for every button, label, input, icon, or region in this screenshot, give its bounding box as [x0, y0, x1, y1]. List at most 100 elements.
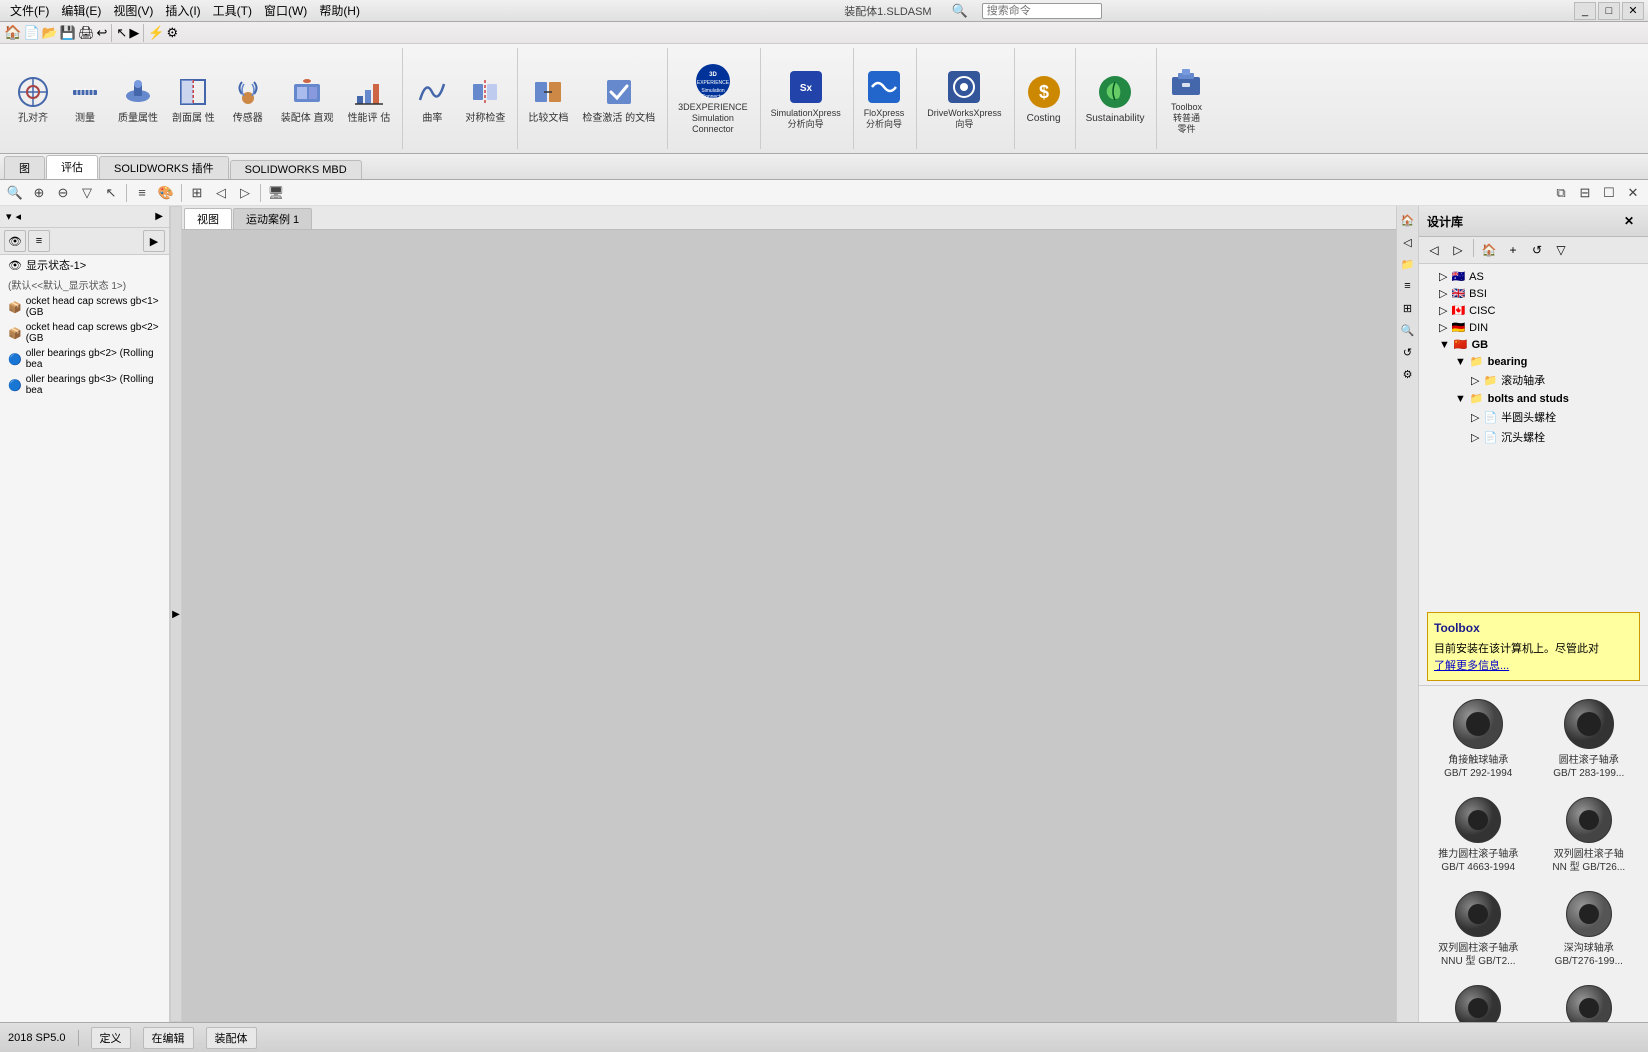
- tool-measure[interactable]: 测量: [60, 54, 110, 144]
- tool-sensor[interactable]: 传感器: [223, 54, 273, 144]
- minimize-button[interactable]: _: [1574, 2, 1596, 20]
- tool-driveworksxpress[interactable]: DriveWorksXpress向导: [921, 54, 1007, 144]
- tree-bolts-folder[interactable]: ▼ 📁 bolts and studs: [1419, 390, 1648, 407]
- icon-cursor[interactable]: ↖: [100, 182, 122, 204]
- menu-help[interactable]: 帮助(H): [313, 0, 366, 21]
- rv-grid[interactable]: ⊞: [1398, 298, 1418, 318]
- quick-more-icon[interactable]: ▶: [129, 25, 139, 41]
- rp-filter[interactable]: ▽: [1550, 239, 1572, 261]
- quick-rebuild-icon[interactable]: ⚡: [148, 25, 164, 41]
- tree-item-default[interactable]: (默认<<默认_显示状态 1>): [0, 275, 169, 294]
- promo-link[interactable]: 了解更多信息...: [1434, 658, 1633, 675]
- float-btn[interactable]: ☐: [1598, 182, 1620, 204]
- tree-rolling-bearing[interactable]: ▷ 📁 滚动轴承: [1419, 370, 1648, 390]
- tree-as[interactable]: ▷ 🇦🇺 AS: [1419, 268, 1648, 285]
- tool-mass-properties[interactable]: 质量属性: [112, 54, 164, 144]
- rv-back[interactable]: ◁: [1398, 232, 1418, 252]
- quick-undo-icon[interactable]: ↩: [97, 25, 108, 41]
- restore-btn[interactable]: ⧉: [1550, 182, 1572, 204]
- tool-toolbox-convert[interactable]: Toolbox转普通零件: [1161, 54, 1211, 144]
- rv-settings[interactable]: ⚙: [1398, 364, 1418, 384]
- tool-assembly-visual[interactable]: 装配体 直观: [275, 54, 340, 144]
- view-icon-btn[interactable]: 👁: [4, 230, 26, 252]
- quick-new-icon[interactable]: 📄: [23, 25, 39, 41]
- quick-home-icon[interactable]: 🏠: [4, 24, 21, 41]
- tree-countersink-bolt[interactable]: ▷ 📄 沉头螺栓: [1419, 427, 1648, 447]
- collapse-icon[interactable]: ◂: [16, 210, 22, 223]
- tab-evaluate[interactable]: 评估: [46, 155, 98, 179]
- panel-expand-handle[interactable]: ▶: [170, 206, 182, 1022]
- tool-hole-align[interactable]: 孔对齐: [8, 54, 58, 144]
- quick-open-icon[interactable]: 📂: [42, 25, 58, 41]
- tree-semi-bolt[interactable]: ▷ 📄 半圆头螺栓: [1419, 407, 1648, 427]
- bearing-item-3[interactable]: 推力圆柱滚子轴承GB/T 4663-1994: [1427, 792, 1530, 878]
- rv-folder[interactable]: 📁: [1398, 254, 1418, 274]
- bearing-item-6[interactable]: 深沟球轴承GB/T276-199...: [1538, 886, 1641, 972]
- quick-print-icon[interactable]: 🖨: [78, 25, 95, 41]
- tool-3dexperience[interactable]: 3DEXPERIENCESimulationConnector 3DEXPERI…: [672, 54, 754, 144]
- tool-curvature[interactable]: 曲率: [407, 54, 457, 144]
- icon-display[interactable]: 🖥: [265, 182, 287, 204]
- search-input[interactable]: [982, 3, 1102, 19]
- rp-add[interactable]: +: [1502, 239, 1524, 261]
- maximize-button[interactable]: □: [1598, 2, 1620, 20]
- icon-grid[interactable]: ⊞: [186, 182, 208, 204]
- icon-zoom-in[interactable]: ⊕: [28, 182, 50, 204]
- icon-palette[interactable]: 🎨: [155, 182, 177, 204]
- dock-btn[interactable]: ⊟: [1574, 182, 1596, 204]
- bearing-item-2[interactable]: 圆柱滚子轴承GB/T 283-199...: [1538, 694, 1641, 784]
- tree-item-bearing3[interactable]: 🔵 oller bearings gb<3> (Rolling bea: [0, 372, 169, 398]
- menu-edit[interactable]: 编辑(E): [55, 0, 107, 21]
- menu-tools[interactable]: 工具(T): [207, 0, 258, 21]
- menu-view[interactable]: 视图(V): [107, 0, 159, 21]
- bearing-item-7[interactable]: 双列角接触球轴承GB/T 296-1994: [1427, 980, 1530, 1022]
- menu-window[interactable]: 窗口(W): [258, 0, 313, 21]
- quick-options-icon[interactable]: ⚙: [167, 25, 179, 41]
- inner-tab-motion[interactable]: 运动案例 1: [233, 208, 312, 229]
- quick-save-icon[interactable]: 💾: [60, 25, 76, 41]
- tree-bsi[interactable]: ▷ 🇬🇧 BSI: [1419, 285, 1648, 302]
- tree-item-bearing2[interactable]: 🔵 oller bearings gb<2> (Rolling bea: [0, 346, 169, 372]
- close-button[interactable]: ✕: [1622, 2, 1644, 20]
- tree-din[interactable]: ▷ 🇩🇪 DIN: [1419, 319, 1648, 336]
- arrow-right-btn[interactable]: ▶: [143, 230, 165, 252]
- icon-arrow-right[interactable]: ▷: [234, 182, 256, 204]
- tree-bearing-folder[interactable]: ▼ 📁 bearing: [1419, 353, 1648, 370]
- tool-sustainability[interactable]: Sustainability: [1080, 54, 1151, 144]
- rv-refresh[interactable]: ↺: [1398, 342, 1418, 362]
- bearing-item-5[interactable]: 双列圆柱滚子轴承NNU 型 GB/T2...: [1427, 886, 1530, 972]
- menu-file[interactable]: 文件(F): [4, 0, 55, 21]
- icon-arrow-left[interactable]: ◁: [210, 182, 232, 204]
- tool-symmetry-check[interactable]: 对称检查: [459, 54, 511, 144]
- tree-item-display-state[interactable]: 👁 显示状态-1>: [0, 255, 169, 275]
- rv-list[interactable]: ≡: [1398, 276, 1418, 296]
- tool-performance[interactable]: 性能评 估: [342, 54, 397, 144]
- rp-refresh[interactable]: ↺: [1526, 239, 1548, 261]
- menu-insert[interactable]: 插入(I): [159, 0, 206, 21]
- close-view-btn[interactable]: ✕: [1622, 182, 1644, 204]
- rv-search[interactable]: 🔍: [1398, 320, 1418, 340]
- bearing-item-8[interactable]: 凸缘外圆微型凸球轴承 GB/T7...: [1538, 980, 1641, 1022]
- tree-cisc[interactable]: ▷ 🇨🇦 CISC: [1419, 302, 1648, 319]
- quick-select-icon[interactable]: ↖: [116, 25, 127, 41]
- tool-section[interactable]: 剖面属 性: [166, 54, 221, 144]
- bearing-item-4[interactable]: 双列圆柱滚子轴NN 型 GB/T26...: [1538, 792, 1641, 878]
- tree-gb[interactable]: ▼ 🇨🇳 GB: [1419, 336, 1648, 353]
- list-icon-btn[interactable]: ≡: [28, 230, 50, 252]
- tree-item-screw1[interactable]: 📦 ocket head cap screws gb<1> (GB: [0, 294, 169, 320]
- rp-home[interactable]: 🏠: [1478, 239, 1500, 261]
- tool-compare-doc[interactable]: 比较文档: [522, 54, 574, 144]
- tool-simulationxpress[interactable]: Sx SimulationXpress分析向导: [765, 54, 847, 144]
- tree-item-screw2[interactable]: 📦 ocket head cap screws gb<2> (GB: [0, 320, 169, 346]
- icon-filter[interactable]: ▽: [76, 182, 98, 204]
- panel-arrow[interactable]: ▶: [155, 211, 163, 222]
- rp-btn-1[interactable]: ◁: [1423, 239, 1445, 261]
- tool-costing[interactable]: $ Costing: [1019, 54, 1069, 144]
- icon-zoom-out[interactable]: ⊖: [52, 182, 74, 204]
- bearing-item-1[interactable]: 角接触球轴承GB/T 292-1994: [1427, 694, 1530, 784]
- inner-tab-view[interactable]: 视图: [184, 208, 232, 229]
- right-close-btn[interactable]: ✕: [1618, 210, 1640, 232]
- rv-home[interactable]: 🏠: [1398, 210, 1418, 230]
- expand-icon[interactable]: ▾: [6, 210, 12, 223]
- tab-sw-plugins[interactable]: SOLIDWORKS 插件: [99, 156, 229, 179]
